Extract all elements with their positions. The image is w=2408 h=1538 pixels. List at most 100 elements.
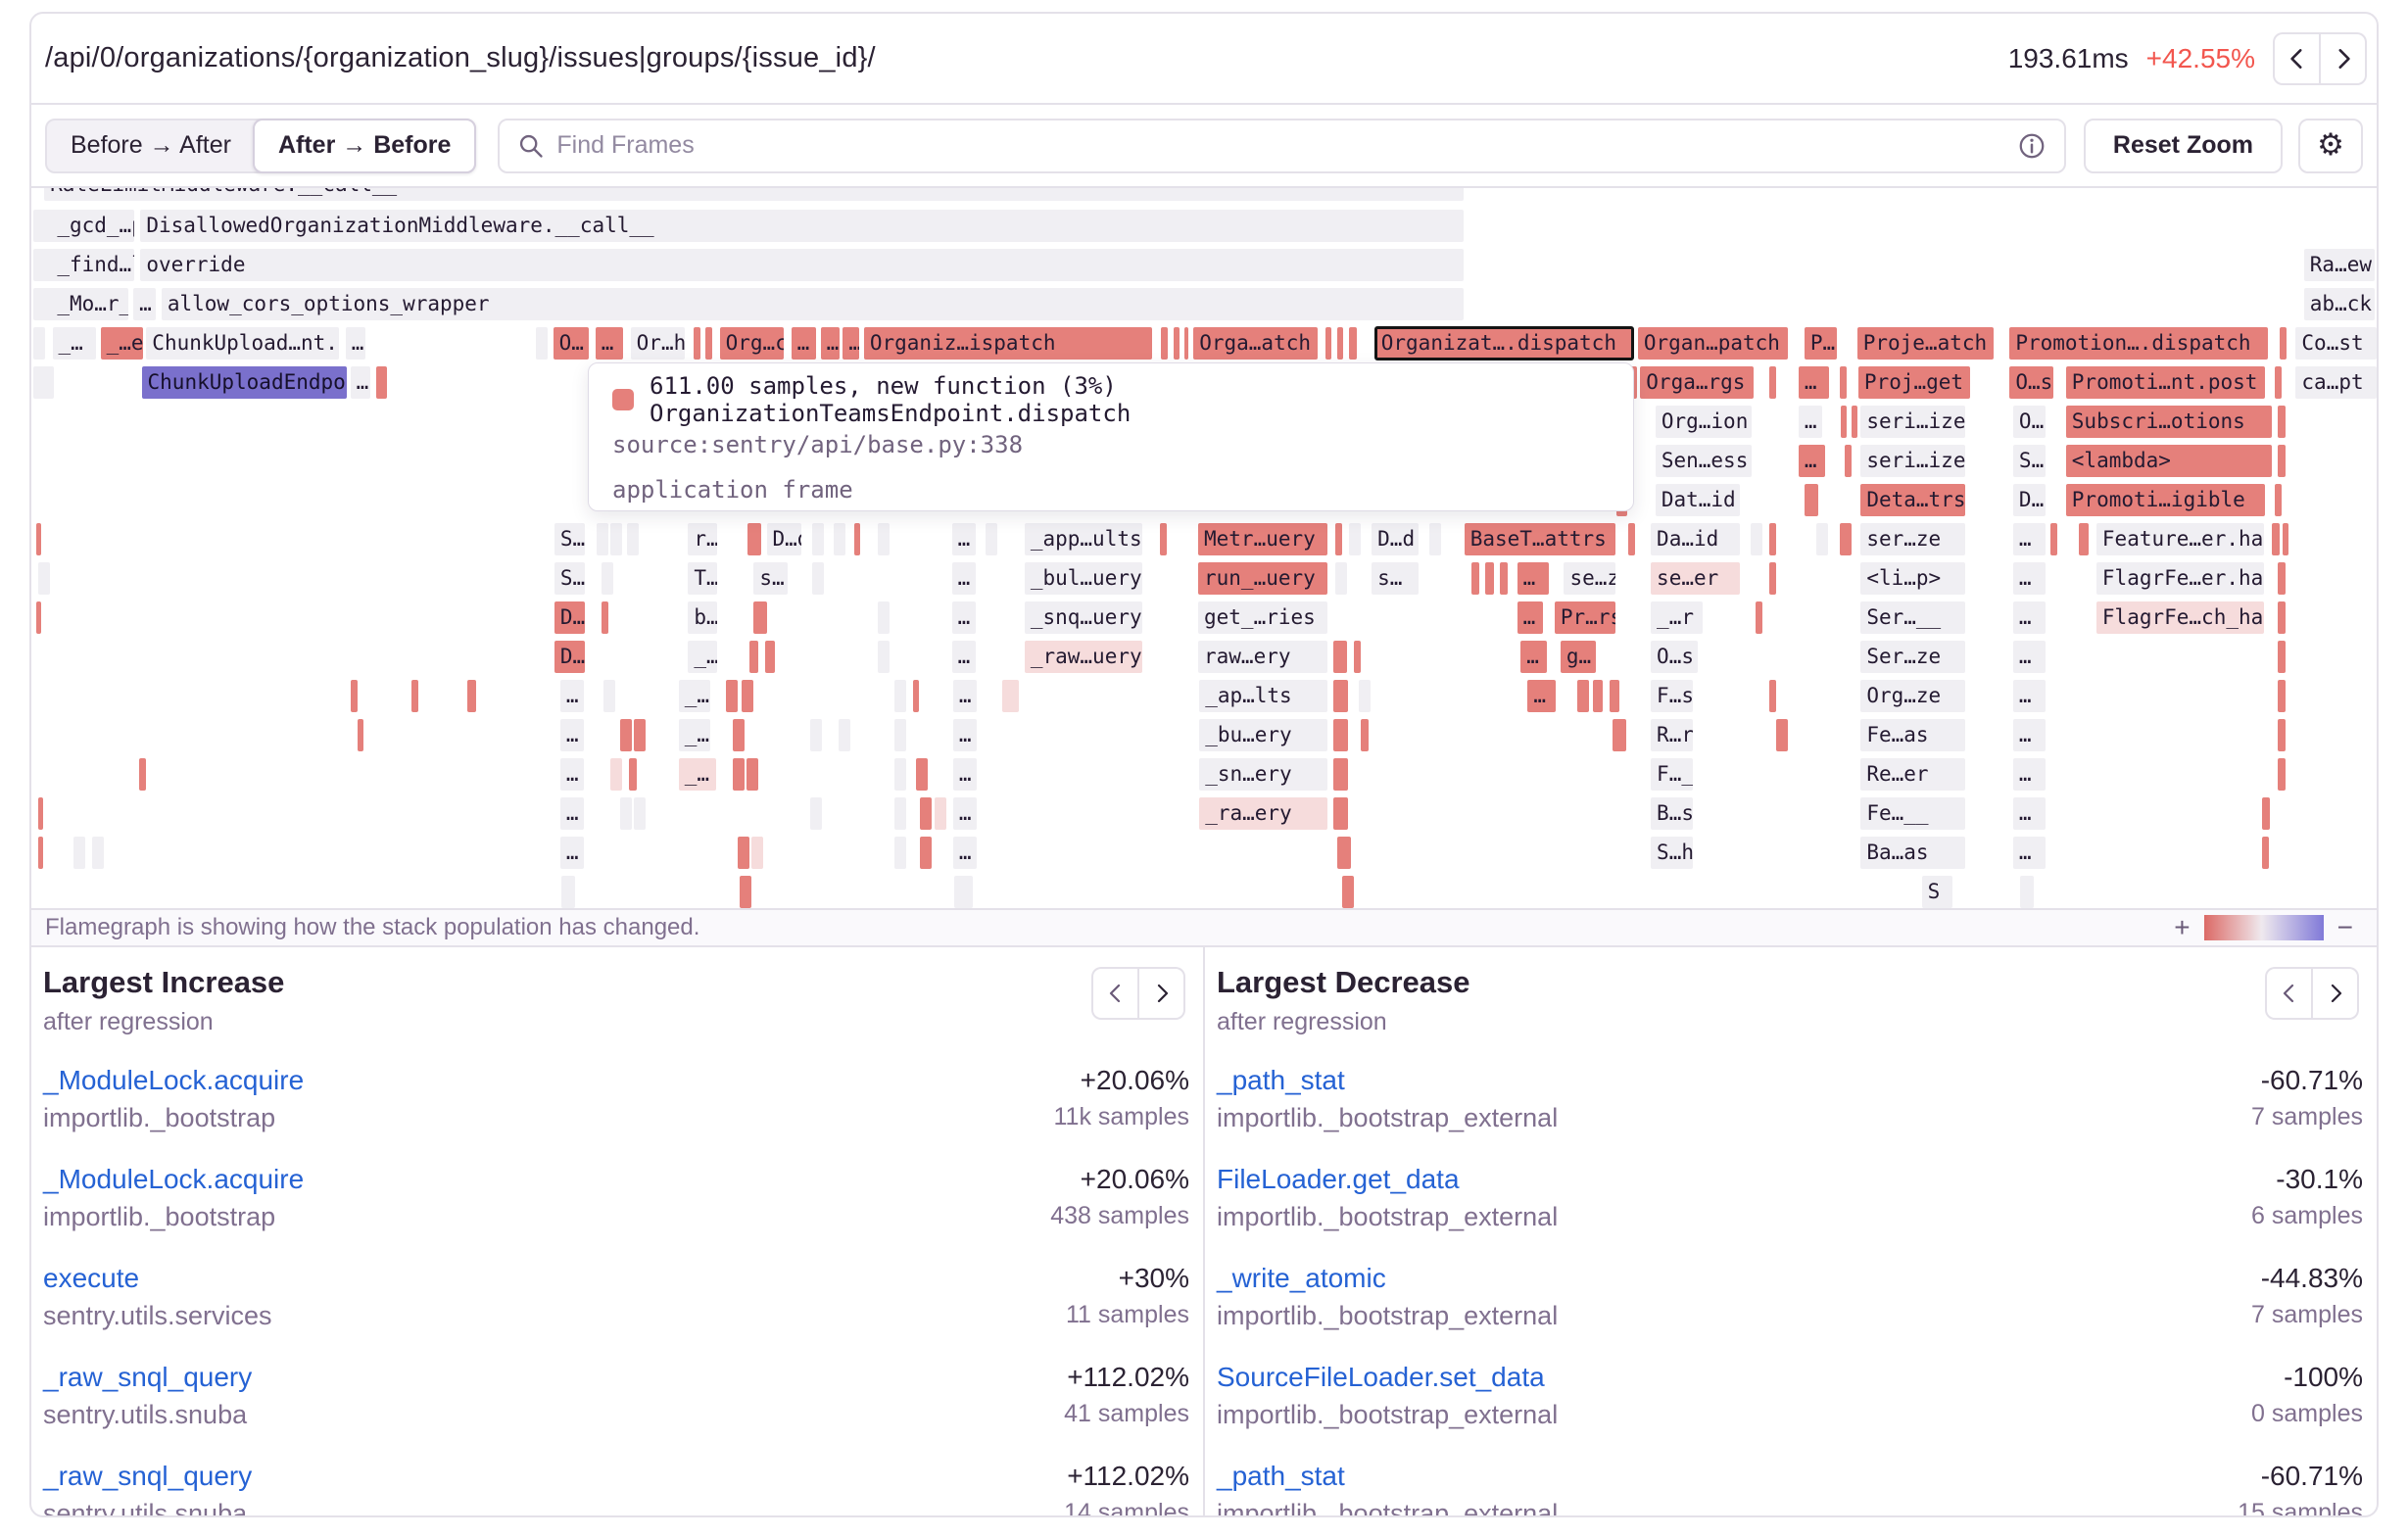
flame-frame[interactable]: get_…ries (1198, 601, 1327, 634)
flame-frame[interactable]: Org…ion (1656, 406, 1752, 438)
flame-frame[interactable]: se…er (1651, 562, 1740, 595)
flame-frame[interactable] (2275, 366, 2282, 399)
flame-frame[interactable]: _… (679, 719, 710, 751)
flame-frame[interactable]: Feature…er.has (2096, 523, 2264, 555)
flame-frame[interactable] (839, 719, 850, 751)
flame-frame[interactable] (1628, 523, 1635, 555)
flame-frame[interactable] (36, 523, 41, 555)
flame-frame[interactable]: _Mo…r__ (51, 288, 128, 320)
flame-frame[interactable] (1333, 719, 1349, 751)
flame-frame[interactable] (1845, 445, 1852, 477)
flame-frame[interactable] (358, 719, 363, 751)
flame-frame[interactable]: … (1799, 406, 1822, 438)
flame-frame[interactable]: Ser…ze (1860, 641, 1965, 673)
flamegraph[interactable]: RateLimitMiddleware.__call___gcd_…portDi… (31, 188, 2377, 908)
flame-frame[interactable] (1610, 680, 1619, 712)
flame-frame[interactable] (1471, 562, 1479, 595)
flame-frame[interactable] (2275, 484, 2282, 516)
flame-frame[interactable]: … (2013, 797, 2047, 830)
flame-frame[interactable]: <li…p> (1860, 562, 1965, 595)
flame-frame[interactable]: BaseT…attrs (1465, 523, 1615, 555)
flame-frame[interactable]: D…d (767, 523, 802, 555)
flame-frame[interactable]: _app…ults (1025, 523, 1142, 555)
flame-frame[interactable]: Ba…as (1860, 837, 1965, 869)
flame-frame[interactable] (894, 837, 906, 869)
flame-frame[interactable] (1349, 523, 1361, 555)
flame-frame[interactable] (1361, 719, 1368, 751)
flame-frame[interactable]: Dat…id (1656, 484, 1740, 516)
flame-frame[interactable]: Org…ze (1860, 680, 1965, 712)
flame-frame[interactable] (1841, 406, 1847, 438)
flame-frame[interactable] (894, 797, 906, 830)
flame-frame[interactable] (536, 327, 548, 360)
decrease-prev-button[interactable] (2265, 967, 2312, 1020)
flame-frame[interactable]: B…s (1651, 797, 1693, 830)
flame-frame[interactable]: … (346, 327, 365, 360)
flame-frame[interactable] (733, 719, 745, 751)
flame-frame[interactable]: … (1520, 641, 1546, 673)
flame-frame[interactable] (1333, 641, 1347, 673)
function-link[interactable]: _path_stat (1217, 1063, 1345, 1098)
flame-frame[interactable] (749, 641, 759, 673)
flame-frame[interactable] (1485, 562, 1493, 595)
flame-frame[interactable] (2262, 797, 2270, 830)
flame-frame[interactable] (746, 758, 758, 791)
flame-frame[interactable] (1337, 327, 1343, 360)
flame-frame[interactable]: s… (753, 562, 788, 595)
flame-frame[interactable]: … (1527, 680, 1556, 712)
flame-frame[interactable] (2278, 406, 2285, 438)
flame-frame[interactable]: DisallowedOrganizationMiddleware.__call_… (140, 210, 1463, 242)
flame-frame[interactable]: g… (1561, 641, 1596, 673)
flame-frame[interactable]: Ser…__ (1860, 601, 1965, 634)
flame-frame[interactable]: raw…ery (1198, 641, 1327, 673)
flame-frame[interactable]: Subscri…otions (2066, 406, 2273, 438)
flame-frame[interactable] (2283, 523, 2288, 555)
flame-frame[interactable]: _find…load (51, 249, 134, 281)
flame-frame[interactable] (2278, 680, 2285, 712)
flame-frame[interactable] (1500, 562, 1508, 595)
flame-frame[interactable] (810, 797, 822, 830)
flame-frame[interactable] (1805, 484, 1818, 516)
flame-frame[interactable] (894, 719, 906, 751)
flame-frame[interactable] (1577, 680, 1589, 712)
flame-frame[interactable]: … (351, 366, 370, 399)
flame-frame[interactable]: FlagrFe…er.has (2096, 562, 2264, 595)
flame-frame[interactable] (738, 837, 749, 869)
flame-frame[interactable]: … (2013, 562, 2047, 595)
flame-frame[interactable]: _raw…uery (1025, 641, 1142, 673)
flame-frame[interactable]: Deta…trs (1860, 484, 1965, 516)
prev-regression-button[interactable] (2273, 32, 2320, 85)
function-link[interactable]: _raw_snql_query (43, 1360, 252, 1395)
flame-frame[interactable] (1593, 680, 1603, 712)
decrease-next-button[interactable] (2312, 967, 2359, 1020)
flame-frame[interactable]: … (952, 523, 976, 555)
flame-frame[interactable]: O…s (2009, 366, 2052, 399)
flame-frame[interactable]: Organ…patch (1638, 327, 1788, 360)
flame-frame[interactable]: … (560, 837, 584, 869)
flame-frame[interactable]: _gcd_…port (51, 210, 134, 242)
flame-frame[interactable]: _… (53, 327, 96, 360)
flame-frame[interactable]: … (2013, 719, 2047, 751)
flame-frame[interactable]: S…h (1651, 837, 1693, 869)
flame-frame[interactable]: … (1799, 366, 1829, 399)
reset-zoom-button[interactable]: Reset Zoom (2084, 119, 2283, 173)
before-after-button[interactable]: Before → After (47, 120, 255, 171)
flame-frame[interactable] (1429, 523, 1441, 555)
flame-frame[interactable]: … (1517, 601, 1543, 634)
flame-frame[interactable] (1342, 876, 1354, 908)
flame-frame[interactable] (740, 876, 751, 908)
flame-frame[interactable]: Co…st (2295, 327, 2377, 360)
flame-frame[interactable]: _… (679, 680, 710, 712)
flame-frame[interactable]: seri…ize (1860, 445, 1965, 477)
flame-frame[interactable] (2280, 327, 2287, 360)
flame-frame[interactable] (1751, 523, 1762, 555)
flame-frame[interactable] (610, 523, 622, 555)
flame-frame[interactable] (42, 366, 54, 399)
flame-frame[interactable]: S (1922, 876, 1952, 908)
flame-frame[interactable] (139, 758, 146, 791)
flame-frame[interactable] (742, 680, 753, 712)
increase-next-button[interactable] (1138, 967, 1185, 1020)
flame-frame[interactable] (602, 562, 613, 595)
flame-frame[interactable]: Proje…atch (1857, 327, 1994, 360)
flame-frame[interactable] (1769, 366, 1776, 399)
